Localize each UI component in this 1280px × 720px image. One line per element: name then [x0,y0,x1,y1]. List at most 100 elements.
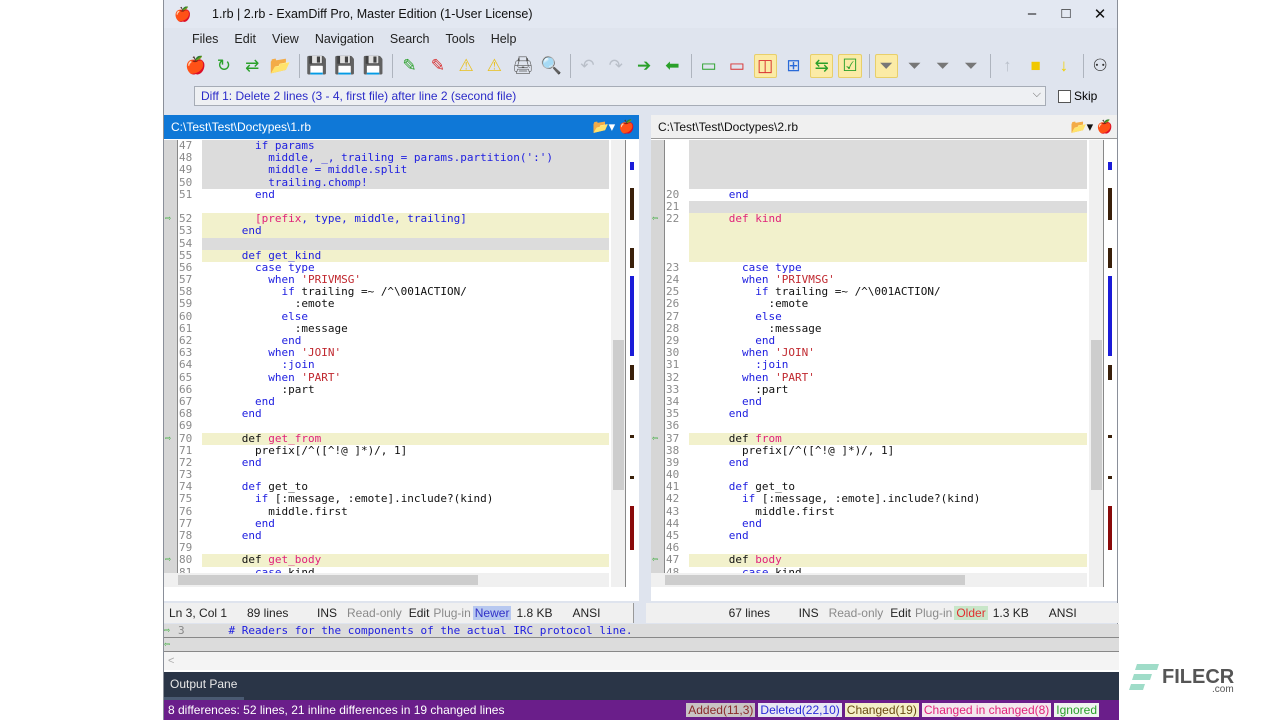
next-diff-icon[interactable]: ↓ [1052,54,1075,78]
menu-tools[interactable]: Tools [446,32,475,46]
diff-selector[interactable]: Diff 1: Delete 2 lines (3 - 4, first fil… [194,86,1046,106]
right-encoding[interactable]: ANSI [1044,606,1082,620]
line-number [665,164,689,177]
code-token: end [689,187,749,201]
line-number: 64 [178,359,202,372]
filter-search-icon[interactable]: ⏷ [959,54,982,78]
undo-icon[interactable]: ↶ [576,54,599,78]
right-edit[interactable]: Edit [888,606,913,620]
print-preview-icon[interactable]: 🔍 [540,54,563,78]
copy-left-marker-icon[interactable]: ⇦ [652,213,658,225]
copy-right-marker-icon[interactable]: ⇨ [165,433,171,445]
right-age-badge: Older [954,606,988,620]
open-file-menu-icon[interactable]: 📂▾ 🍎 [592,119,635,135]
filter-changed-icon[interactable]: ⏷ [931,54,954,78]
toolbar-separator [299,54,301,78]
save-report-icon[interactable]: ⚠ [454,54,477,78]
right-horizontal-scrollbar[interactable] [651,573,1087,587]
grid-view-icon[interactable]: ⊞ [782,54,805,78]
copy-right-icon[interactable]: ➔ [632,54,655,78]
print-icon[interactable]: 🖨 [511,54,535,78]
left-diff-map[interactable] [625,140,639,587]
menu-edit[interactable]: Edit [234,32,256,46]
filter-deleted-icon[interactable]: ⏷ [874,54,898,78]
line-compare-scrollbar[interactable]: < [164,652,1119,670]
save-second-icon[interactable]: 💾 [333,54,356,78]
line-number: 53 [178,225,202,238]
code-token: middle.first [689,504,835,518]
left-line-count: 89 lines [247,606,289,620]
line-number: 3 [178,624,185,637]
sync-scroll-icon[interactable]: ⇆ [810,54,834,78]
left-encoding[interactable]: ANSI [567,606,605,620]
code-line: 35 end [665,407,1087,421]
edit-first-icon[interactable]: ✎ [398,54,421,78]
left-plugin[interactable]: Plug-in [431,606,472,620]
prev-diff-icon[interactable]: ↑ [996,54,1019,78]
skip-checkbox[interactable]: Skip [1058,89,1097,103]
menu-search[interactable]: Search [390,32,430,46]
checkbox-icon[interactable]: ☑ [838,54,862,78]
copy-left-icon[interactable]: ⬅ [661,54,684,78]
refresh-icon[interactable]: ↻ [212,54,235,78]
right-insert-mode[interactable]: INS [794,606,824,620]
right-readonly[interactable]: Read-only [824,606,889,620]
left-readonly[interactable]: Read-only [342,606,407,620]
menu-help[interactable]: Help [491,32,517,46]
edit-second-icon[interactable]: ✎ [426,54,449,78]
line-number: 26 [665,298,689,311]
close-button[interactable]: ✕ [1083,5,1117,23]
right-file-path: C:\Test\Test\Doctypes\2.rb [658,119,799,134]
find-icon[interactable]: ⚇ [1089,54,1112,78]
line-number: 65 [178,371,202,384]
left-edit[interactable]: Edit [407,606,432,620]
save-report-as-icon[interactable]: ⚠ [483,54,506,78]
diff-legend: Added(11,3) Deleted(22,10) Changed(19) Chan… [683,703,1099,717]
redo-icon[interactable]: ↷ [604,54,627,78]
show-first-only-icon[interactable]: ▭ [697,54,720,78]
copy-left-marker-icon[interactable]: ⇦ [652,554,658,566]
toolbar-separator [569,54,571,78]
line-compare-pane[interactable]: ⇨ 3 # Readers for the components of the … [164,624,1119,672]
legend-added: Added(11,3) [686,703,756,717]
menu-files[interactable]: Files [192,32,218,46]
left-vertical-scrollbar[interactable] [611,140,625,587]
code-token: when [689,346,776,360]
swap-icon[interactable]: ⇄ [241,54,264,78]
checkbox[interactable] [1058,89,1071,103]
right-vertical-scrollbar[interactable] [1089,140,1103,587]
right-code-view[interactable]: 20 end 21 ⇦ 22 def kind 23 case type 24 when … [651,140,1117,587]
minimize-button[interactable]: – [1015,5,1049,23]
open-folder-icon[interactable]: 📂 [269,54,292,78]
copy-left-marker-icon[interactable]: ⇦ [652,433,658,445]
menu-navigation[interactable]: Navigation [315,32,374,46]
left-horizontal-scrollbar[interactable] [164,573,609,587]
chevron-down-icon[interactable]: ⌵ [1033,88,1041,101]
right-plugin[interactable]: Plug-in [913,606,954,620]
show-both-icon[interactable]: ◫ [753,54,777,78]
output-pane-tab[interactable]: Output Pane [164,672,1119,700]
left-insert-mode[interactable]: INS [312,606,342,620]
save-all-icon[interactable]: 💾 [362,54,385,78]
line-number [665,152,689,165]
code-line [665,140,1087,153]
compare-files-icon[interactable]: 🍎 [184,54,207,78]
left-code-view[interactable]: 47 if params 48 middle, _, trailing = par… [164,140,639,587]
copy-right-marker-icon[interactable]: ⇨ [165,213,171,225]
code-token: if [202,285,302,299]
code-token: trailing =~ /^\001ACTION/ [775,285,941,299]
open-file-menu-icon[interactable]: 📂▾ 🍎 [1070,119,1113,135]
menu-view[interactable]: View [272,32,299,46]
copy-right-marker-icon[interactable]: ⇨ [165,554,171,566]
maximize-button[interactable]: □ [1049,5,1083,23]
right-diff-map[interactable] [1103,140,1117,587]
filter-added-icon[interactable]: ⏷ [903,54,926,78]
save-first-icon[interactable]: 💾 [305,54,328,78]
show-second-only-icon[interactable]: ▭ [725,54,748,78]
window-title: 1.rb | 2.rb - ExamDiff Pro, Master Editi… [212,7,533,21]
code-token: end [689,334,776,347]
current-diff-icon[interactable]: ■ [1024,54,1047,78]
toolbar-separator [1082,54,1084,78]
toolbar: 🍎 ↻ ⇄ 📂 💾 💾 💾 ✎ ✎ ⚠ ⚠ 🖨 🔍 ↶ ↷ ➔ ⬅ ▭ ▭ ◫ ⊞ ⇆ ☑ ⏷ ⏷ ⏷ ⏷ ↑ ■ ↓ ⚇ [164,50,1117,82]
code-line: 39 end [665,456,1087,470]
